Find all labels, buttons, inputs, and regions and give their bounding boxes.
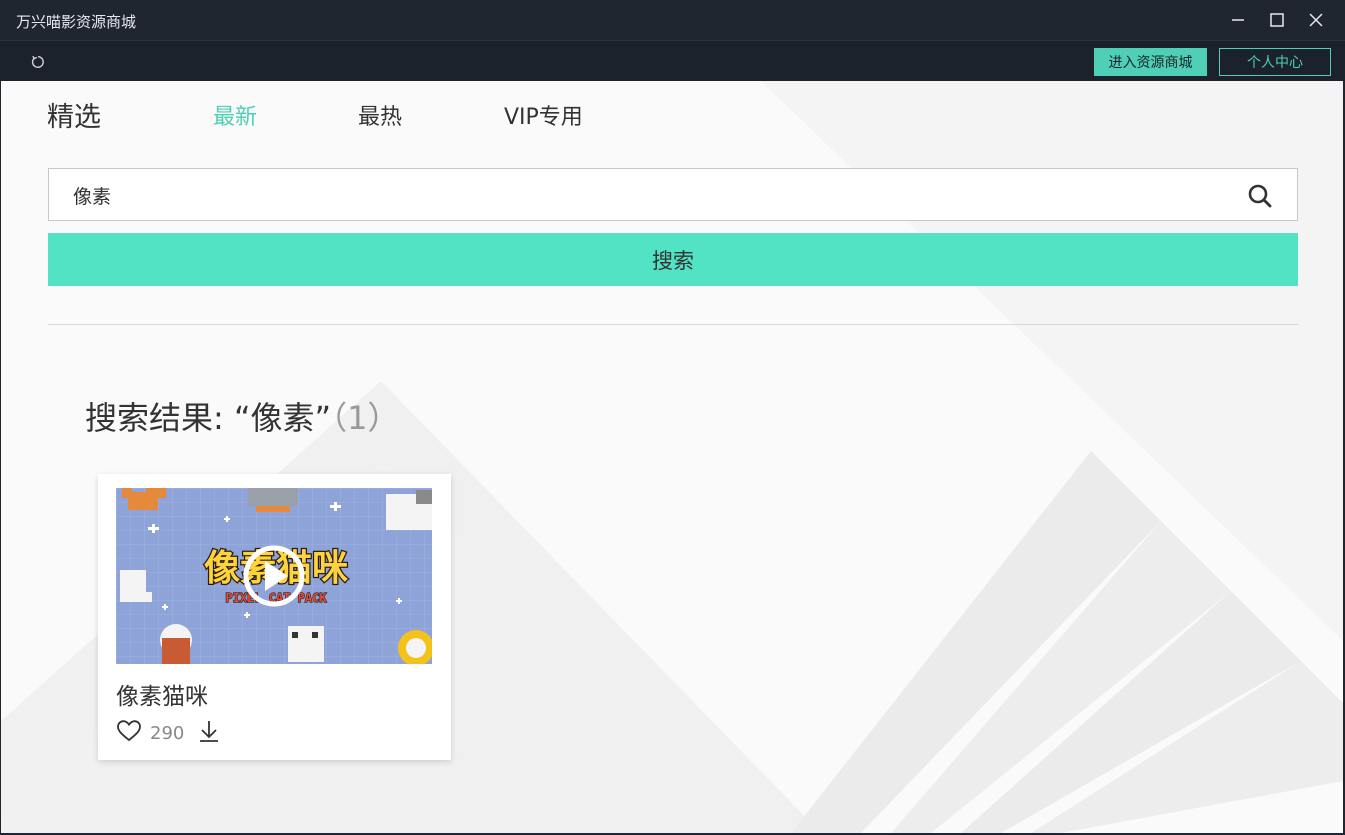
card-thumbnail[interactable]: 像素猫咪 PIXEL CAT PACK [116,488,432,664]
refresh-button[interactable] [28,52,48,72]
cat-astronaut-icon [160,624,192,664]
minimize-button[interactable] [1226,8,1250,32]
cat-white-right-icon [386,490,432,530]
window-title: 万兴喵影资源商城 [16,13,137,31]
tab-hottest[interactable]: 最热 [358,99,402,131]
search-result-heading: 搜索结果: “像素”（1） [85,393,400,439]
result-query: “像素” [233,399,332,437]
heart-icon[interactable] [116,719,142,743]
tab-newest[interactable]: 最新 [213,99,257,131]
search-icon[interactable] [1247,183,1273,209]
search-box [48,168,1298,221]
main-content: 精选 最新 最热 VIP专用 搜索 搜索结果: “像素”（1） [1,81,1343,833]
minimize-icon [1232,19,1244,21]
like-count: 290 [150,723,185,744]
toolbar: 进入资源商城 个人中心 [0,40,1345,81]
maximize-icon [1270,13,1284,27]
result-prefix: 搜索结果: [85,399,234,437]
title-bar: 万兴喵影资源商城 [0,0,1345,40]
search-input[interactable] [73,181,1213,209]
download-icon[interactable] [197,719,221,743]
divider [48,324,1298,325]
tab-featured[interactable]: 精选 [47,95,101,134]
result-count: （1） [331,399,400,437]
close-icon [1309,13,1323,27]
search-button[interactable]: 搜索 [48,233,1298,286]
enter-store-button[interactable]: 进入资源商城 [1094,48,1207,76]
result-card[interactable]: 像素猫咪 PIXEL CAT PACK 像素猫咪 290 [98,474,451,760]
tab-vip[interactable]: VIP专用 [504,99,583,131]
maximize-button[interactable] [1265,8,1289,32]
close-button[interactable] [1304,8,1328,32]
refresh-icon [31,55,44,68]
user-center-button[interactable]: 个人中心 [1219,48,1331,76]
card-title[interactable]: 像素猫咪 [116,677,208,711]
thumbnail-image: 像素猫咪 PIXEL CAT PACK [116,488,432,664]
cat-white-bottom-icon [288,626,324,662]
